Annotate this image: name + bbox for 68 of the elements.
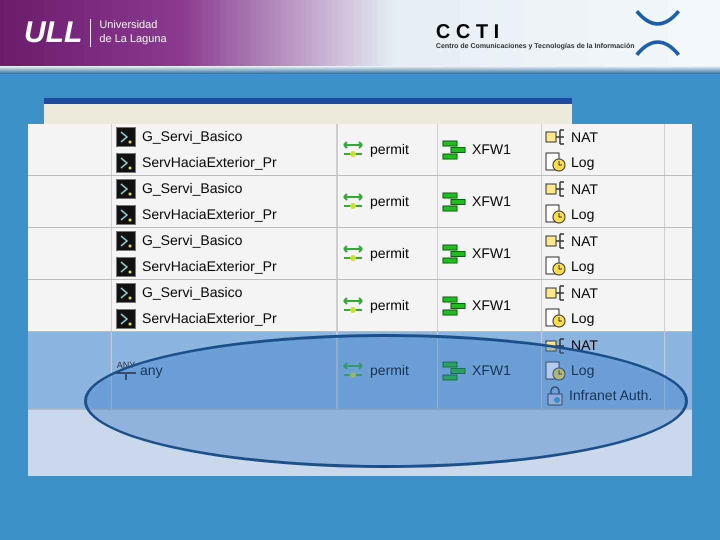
terminal-icon	[116, 256, 136, 276]
arrows-icon	[342, 140, 364, 160]
option-label: Log	[571, 256, 594, 276]
log-clock-icon	[545, 308, 567, 328]
arrows-icon	[342, 244, 364, 264]
terminal-icon	[116, 230, 136, 250]
option-label: Log	[571, 308, 594, 328]
ccti-logo: C C T I	[436, 22, 500, 42]
target-label: XFW1	[472, 140, 511, 159]
ull-logo: ULL	[24, 18, 82, 48]
nat-node-icon	[545, 336, 567, 354]
terminal-icon	[116, 126, 136, 146]
option-label: NAT	[571, 128, 598, 146]
source-label: ServHaciaExterior_Pr	[142, 309, 277, 328]
source-label: ServHaciaExterior_Pr	[142, 257, 277, 276]
option-label: Log	[571, 152, 594, 172]
nat-node-icon	[545, 128, 567, 146]
nat-node-icon	[545, 284, 567, 302]
firewall-icon	[442, 192, 466, 212]
arrows-icon	[342, 192, 364, 212]
log-clock-icon	[545, 152, 567, 172]
rule-row[interactable]: G_Servi_Basico ServHaciaExterior_Pr permit XFW1 NAT Log	[28, 176, 692, 228]
firewall-icon	[442, 140, 466, 160]
source-label: G_Servi_Basico	[142, 283, 242, 302]
network-node-icon	[116, 370, 136, 380]
action-label: permit	[370, 296, 409, 315]
source-label: ServHaciaExterior_Pr	[142, 153, 277, 172]
rule-row[interactable]: G_Servi_Basico ServHaciaExterior_Pr permit XFW1 NAT Log	[28, 280, 692, 332]
option-label: NAT	[571, 180, 598, 198]
terminal-icon	[116, 282, 136, 302]
firewall-icon	[442, 296, 466, 316]
arrows-icon	[342, 360, 364, 380]
source-label: ServHaciaExterior_Pr	[142, 205, 277, 224]
option-label: Log	[571, 361, 594, 380]
option-label: NAT	[571, 336, 598, 355]
terminal-icon	[116, 178, 136, 198]
auth-lock-icon	[545, 386, 565, 406]
nat-node-icon	[545, 232, 567, 250]
option-label: Log	[571, 204, 594, 224]
action-label: permit	[370, 192, 409, 211]
target-label: XFW1	[472, 361, 511, 380]
option-label: NAT	[571, 232, 598, 250]
action-label: permit	[370, 361, 409, 380]
source-label: G_Servi_Basico	[142, 179, 242, 198]
source-label: any	[140, 361, 163, 380]
log-clock-icon	[545, 360, 567, 380]
source-label: G_Servi_Basico	[142, 127, 242, 146]
terminal-icon	[116, 204, 136, 224]
university-name: Universidad de La Laguna	[90, 19, 170, 47]
firewall-icon	[442, 360, 466, 380]
target-label: XFW1	[472, 244, 511, 263]
target-label: XFW1	[472, 296, 511, 315]
terminal-icon	[116, 152, 136, 172]
arrows-icon	[342, 296, 364, 316]
option-label: NAT	[571, 284, 598, 302]
action-label: permit	[370, 140, 409, 159]
action-label: permit	[370, 244, 409, 263]
log-clock-icon	[545, 204, 567, 224]
log-clock-icon	[545, 256, 567, 276]
rule-row[interactable]: G_Servi_Basico ServHaciaExterior_Pr permit XFW1 NAT Log	[28, 124, 692, 176]
target-label: XFW1	[472, 192, 511, 211]
nat-node-icon	[545, 180, 567, 198]
firewall-icon	[442, 244, 466, 264]
rule-row[interactable]: G_Servi_Basico ServHaciaExterior_Pr permit XFW1 NAT Log	[28, 228, 692, 280]
terminal-icon	[116, 308, 136, 328]
cross-logo-icon	[634, 7, 680, 59]
option-label: Infranet Auth.	[569, 386, 652, 405]
source-label: G_Servi_Basico	[142, 231, 242, 250]
